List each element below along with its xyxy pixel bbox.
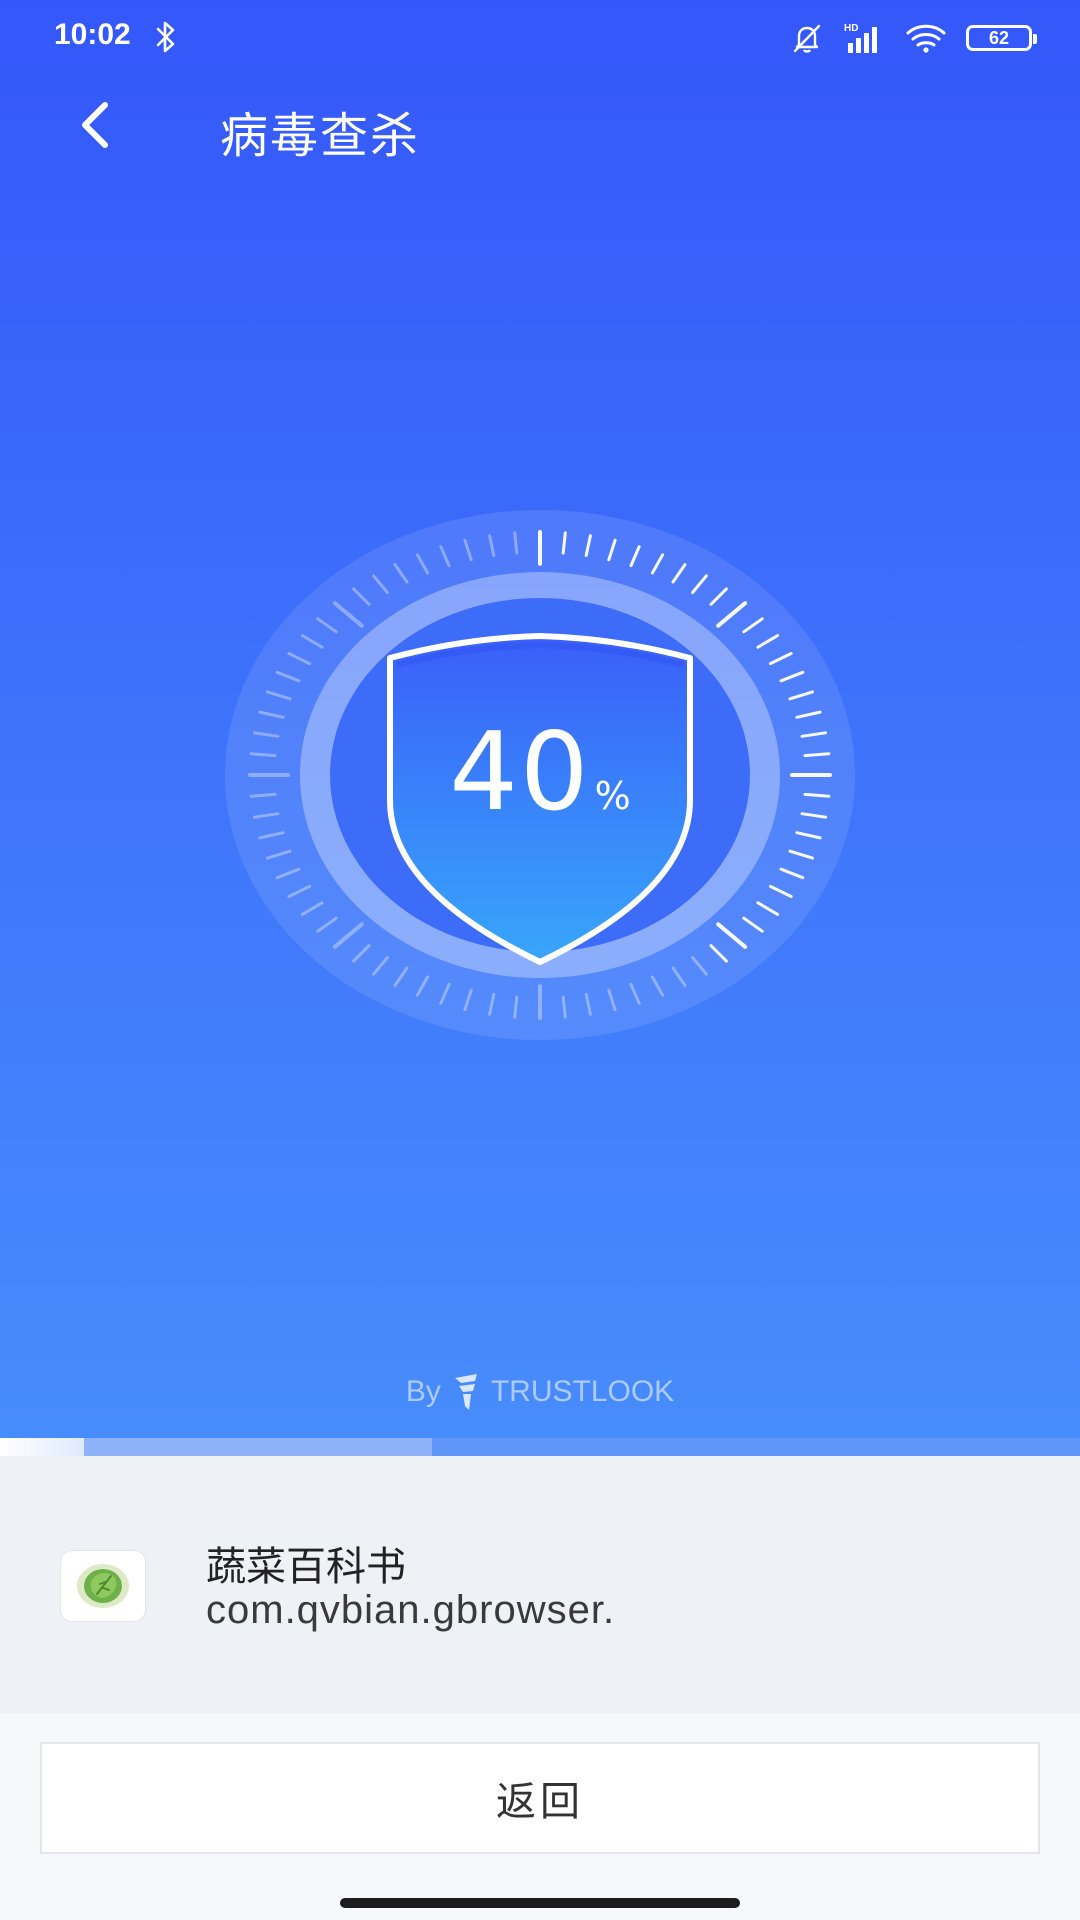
mute-bell-icon bbox=[793, 24, 821, 53]
home-indicator[interactable] bbox=[340, 1898, 740, 1908]
app-icon bbox=[60, 1550, 146, 1622]
powered-by-credit: By TRUSTLOOK bbox=[0, 1372, 1080, 1412]
app-header: 病毒查杀 bbox=[0, 80, 1080, 170]
back-arrow-icon bbox=[82, 102, 108, 148]
wifi-icon bbox=[906, 24, 946, 53]
lettuce-icon bbox=[77, 1564, 129, 1608]
battery-level: 62 bbox=[988, 27, 1010, 48]
gauge-tick bbox=[513, 531, 519, 555]
return-button[interactable]: 返回 bbox=[40, 1742, 1040, 1854]
app-name: 蔬菜百科书 bbox=[206, 1544, 406, 1590]
trustlook-logo-icon bbox=[454, 1374, 477, 1410]
scan-progress-gauge: 40% bbox=[215, 500, 865, 1050]
scan-progress-head bbox=[0, 1438, 84, 1456]
percent-unit: % bbox=[594, 774, 631, 818]
status-indicators: HD 62 bbox=[790, 18, 1037, 58]
svg-text:HD: HD bbox=[844, 23, 858, 34]
hd-signal-icon: HD bbox=[844, 23, 877, 53]
status-time: 10:02 bbox=[54, 18, 131, 51]
gauge-tick bbox=[513, 995, 519, 1019]
scan-progress-bar bbox=[0, 1438, 1080, 1456]
bottom-actions: 返回 bbox=[0, 1714, 1080, 1920]
page-title: 病毒查杀 bbox=[220, 108, 421, 164]
bluetooth-icon bbox=[156, 21, 175, 53]
credit-brand: TRUSTLOOK bbox=[490, 1375, 675, 1408]
current-scan-item: 蔬菜百科书 com.qvbian.gbrowser. bbox=[0, 1456, 1080, 1714]
app-package-name: com.qvbian.gbrowser. bbox=[206, 1588, 616, 1632]
gauge-tick bbox=[561, 995, 567, 1019]
percent-value: 40 bbox=[449, 710, 591, 835]
battery-icon: 62 bbox=[966, 25, 1037, 51]
back-button[interactable] bbox=[60, 90, 130, 160]
scan-percentage: 40% bbox=[215, 710, 865, 835]
credit-by: By bbox=[405, 1375, 441, 1408]
status-bar: 10:02 HD 62 bbox=[0, 0, 1080, 76]
gauge-tick bbox=[561, 531, 567, 555]
